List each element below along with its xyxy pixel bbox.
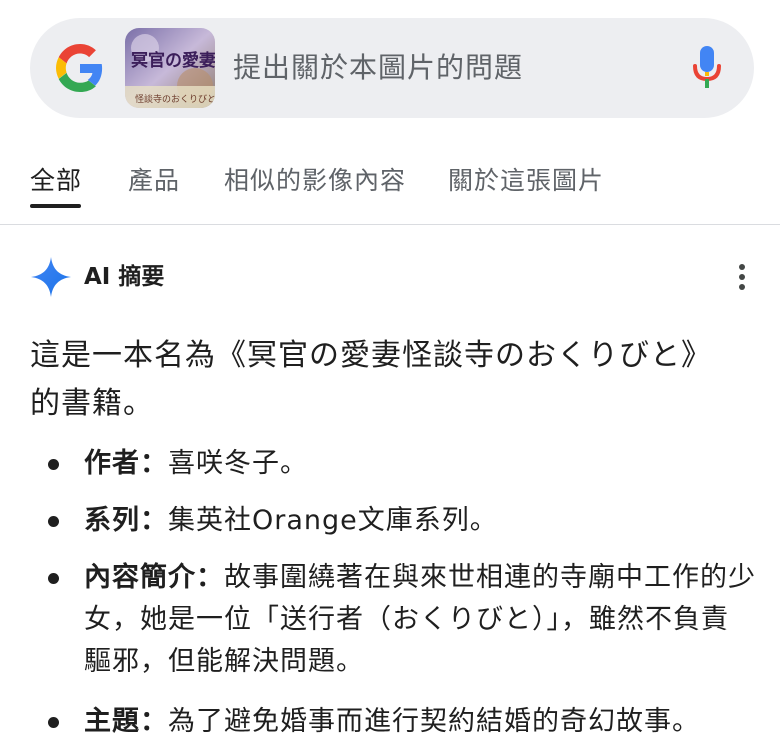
search-bar[interactable]: 冥官の愛妻 怪談寺のおくりびと 提出關於本圖片的問題 [30, 18, 754, 118]
ai-overview-title: AI 摘要 [84, 264, 165, 290]
bullet-label-theme: 主題： [84, 706, 168, 737]
bullet-text-series: 集英社Orange文庫系列。 [168, 505, 498, 536]
bullet-dot [48, 573, 59, 584]
bullet-dot [48, 717, 59, 728]
book-cover-image: 冥官の愛妻 怪談寺のおくりびと [125, 28, 215, 108]
ai-overview-header: AI 摘要 [30, 256, 750, 300]
tab-similar-images[interactable]: 相似的影像內容 [224, 164, 406, 198]
bullet-dot [48, 459, 59, 470]
search-input[interactable]: 提出關於本圖片的問題 [233, 48, 523, 88]
cover-subtitle: 怪談寺のおくりびと [135, 93, 215, 105]
microphone-icon[interactable] [692, 46, 722, 90]
tab-all[interactable]: 全部 [30, 164, 82, 198]
more-options-icon[interactable] [734, 260, 750, 296]
summary-line-1: 這是一本名為《冥官の愛妻怪談寺のおくりびと》 [30, 338, 712, 373]
ai-summary-text: 這是一本名為《冥官の愛妻怪談寺のおくりびと》 的書籍。 [30, 332, 750, 428]
active-tab-indicator [30, 204, 81, 208]
image-thumbnail[interactable]: 冥官の愛妻 怪談寺のおくりびと [125, 28, 215, 108]
bullet-dot [48, 516, 59, 527]
tab-products[interactable]: 產品 [128, 164, 180, 198]
cover-title: 冥官の愛妻 [131, 50, 215, 71]
bullet-text-author: 喜咲冬子。 [168, 448, 308, 479]
tab-about-image[interactable]: 關於這張圖片 [448, 164, 604, 198]
gemini-sparkle-icon [31, 257, 71, 297]
bullet-label-author: 作者： [84, 448, 168, 479]
summary-line-2: 的書籍。 [30, 386, 154, 421]
bullet-label-synopsis: 內容簡介： [84, 562, 224, 593]
bullet-label-series: 系列： [84, 505, 168, 536]
google-logo-icon [56, 44, 103, 92]
tab-bar: 全部 產品 相似的影像內容 關於這張圖片 [0, 150, 780, 225]
bullet-text-theme: 為了避免婚事而進行契約結婚的奇幻故事。 [168, 706, 700, 737]
